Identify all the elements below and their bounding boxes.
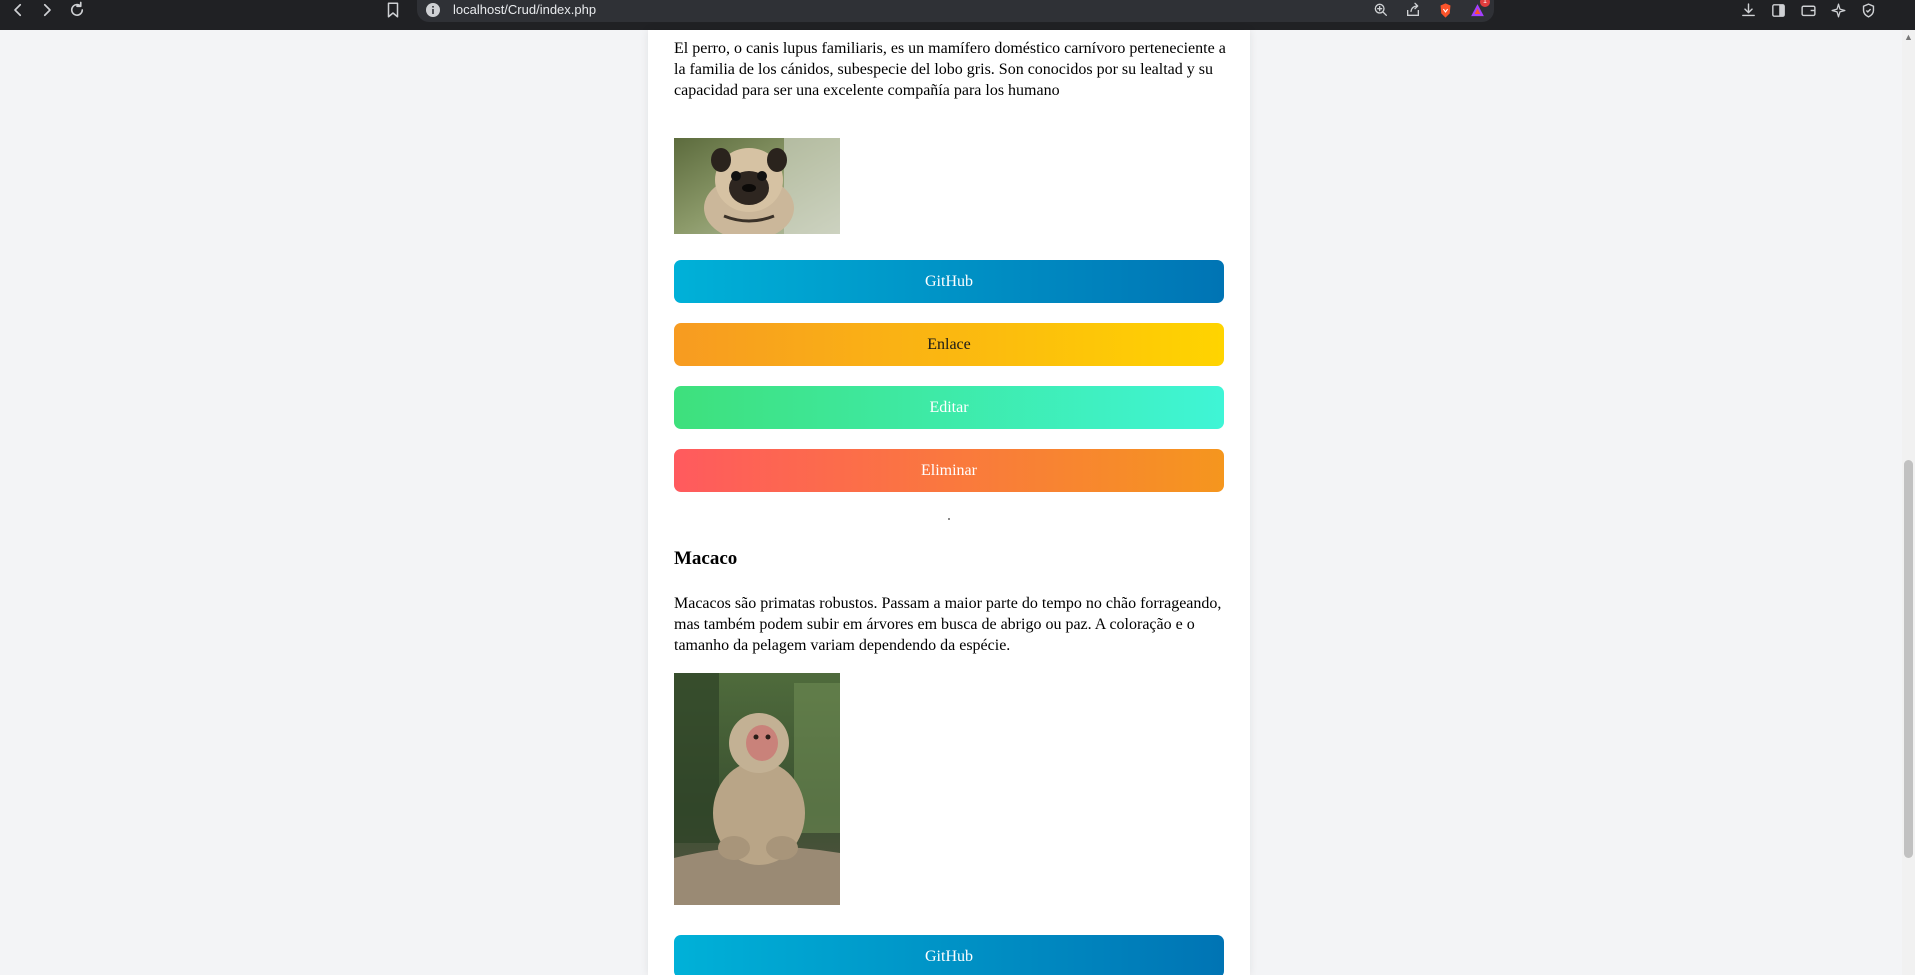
- sidebar-icon[interactable]: [1769, 1, 1787, 19]
- monkey-photo: [674, 673, 840, 905]
- dog-enlace-button[interactable]: Enlace: [674, 323, 1224, 366]
- browser-toolbar: localhost/Crud/index.php 1: [0, 0, 1915, 30]
- back-icon[interactable]: [6, 0, 30, 20]
- monkey-description: Macacos são primatas robustos. Passam a …: [674, 595, 1222, 654]
- wallet-icon[interactable]: [1799, 1, 1817, 19]
- scroll-up-icon[interactable]: ▲: [1903, 32, 1914, 42]
- share-icon[interactable]: [1404, 1, 1422, 19]
- notification-badge: 1: [1480, 0, 1490, 7]
- forward-icon[interactable]: [35, 0, 59, 20]
- dog-eliminar-button[interactable]: Eliminar: [674, 449, 1224, 492]
- monkey-title: Macaco: [674, 548, 738, 569]
- scrollbar-thumb[interactable]: [1904, 460, 1913, 858]
- dog-editar-button[interactable]: Editar: [674, 386, 1224, 429]
- dog-description: El perro, o canis lupus familiaris, es u…: [674, 40, 1226, 99]
- zoom-icon[interactable]: [1372, 1, 1390, 19]
- brave-rewards-icon[interactable]: 1: [1468, 0, 1490, 19]
- bookmark-icon[interactable]: [381, 0, 405, 20]
- dog-github-button[interactable]: GitHub: [674, 260, 1224, 303]
- separator-dot: [948, 518, 950, 520]
- url-text: localhost/Crud/index.php: [453, 2, 597, 17]
- brave-shield-icon[interactable]: [1436, 1, 1454, 19]
- vpn-icon[interactable]: [1859, 1, 1877, 19]
- monkey-github-button[interactable]: GitHub: [674, 935, 1224, 975]
- download-icon[interactable]: [1739, 1, 1757, 19]
- dog-photo: [674, 138, 840, 234]
- address-bar[interactable]: localhost/Crud/index.php 1: [417, 0, 1494, 22]
- content-card: El perro, o canis lupus familiaris, es u…: [648, 30, 1250, 975]
- leo-ai-icon[interactable]: [1829, 1, 1847, 19]
- reload-icon[interactable]: [65, 0, 89, 20]
- info-icon[interactable]: [425, 2, 441, 18]
